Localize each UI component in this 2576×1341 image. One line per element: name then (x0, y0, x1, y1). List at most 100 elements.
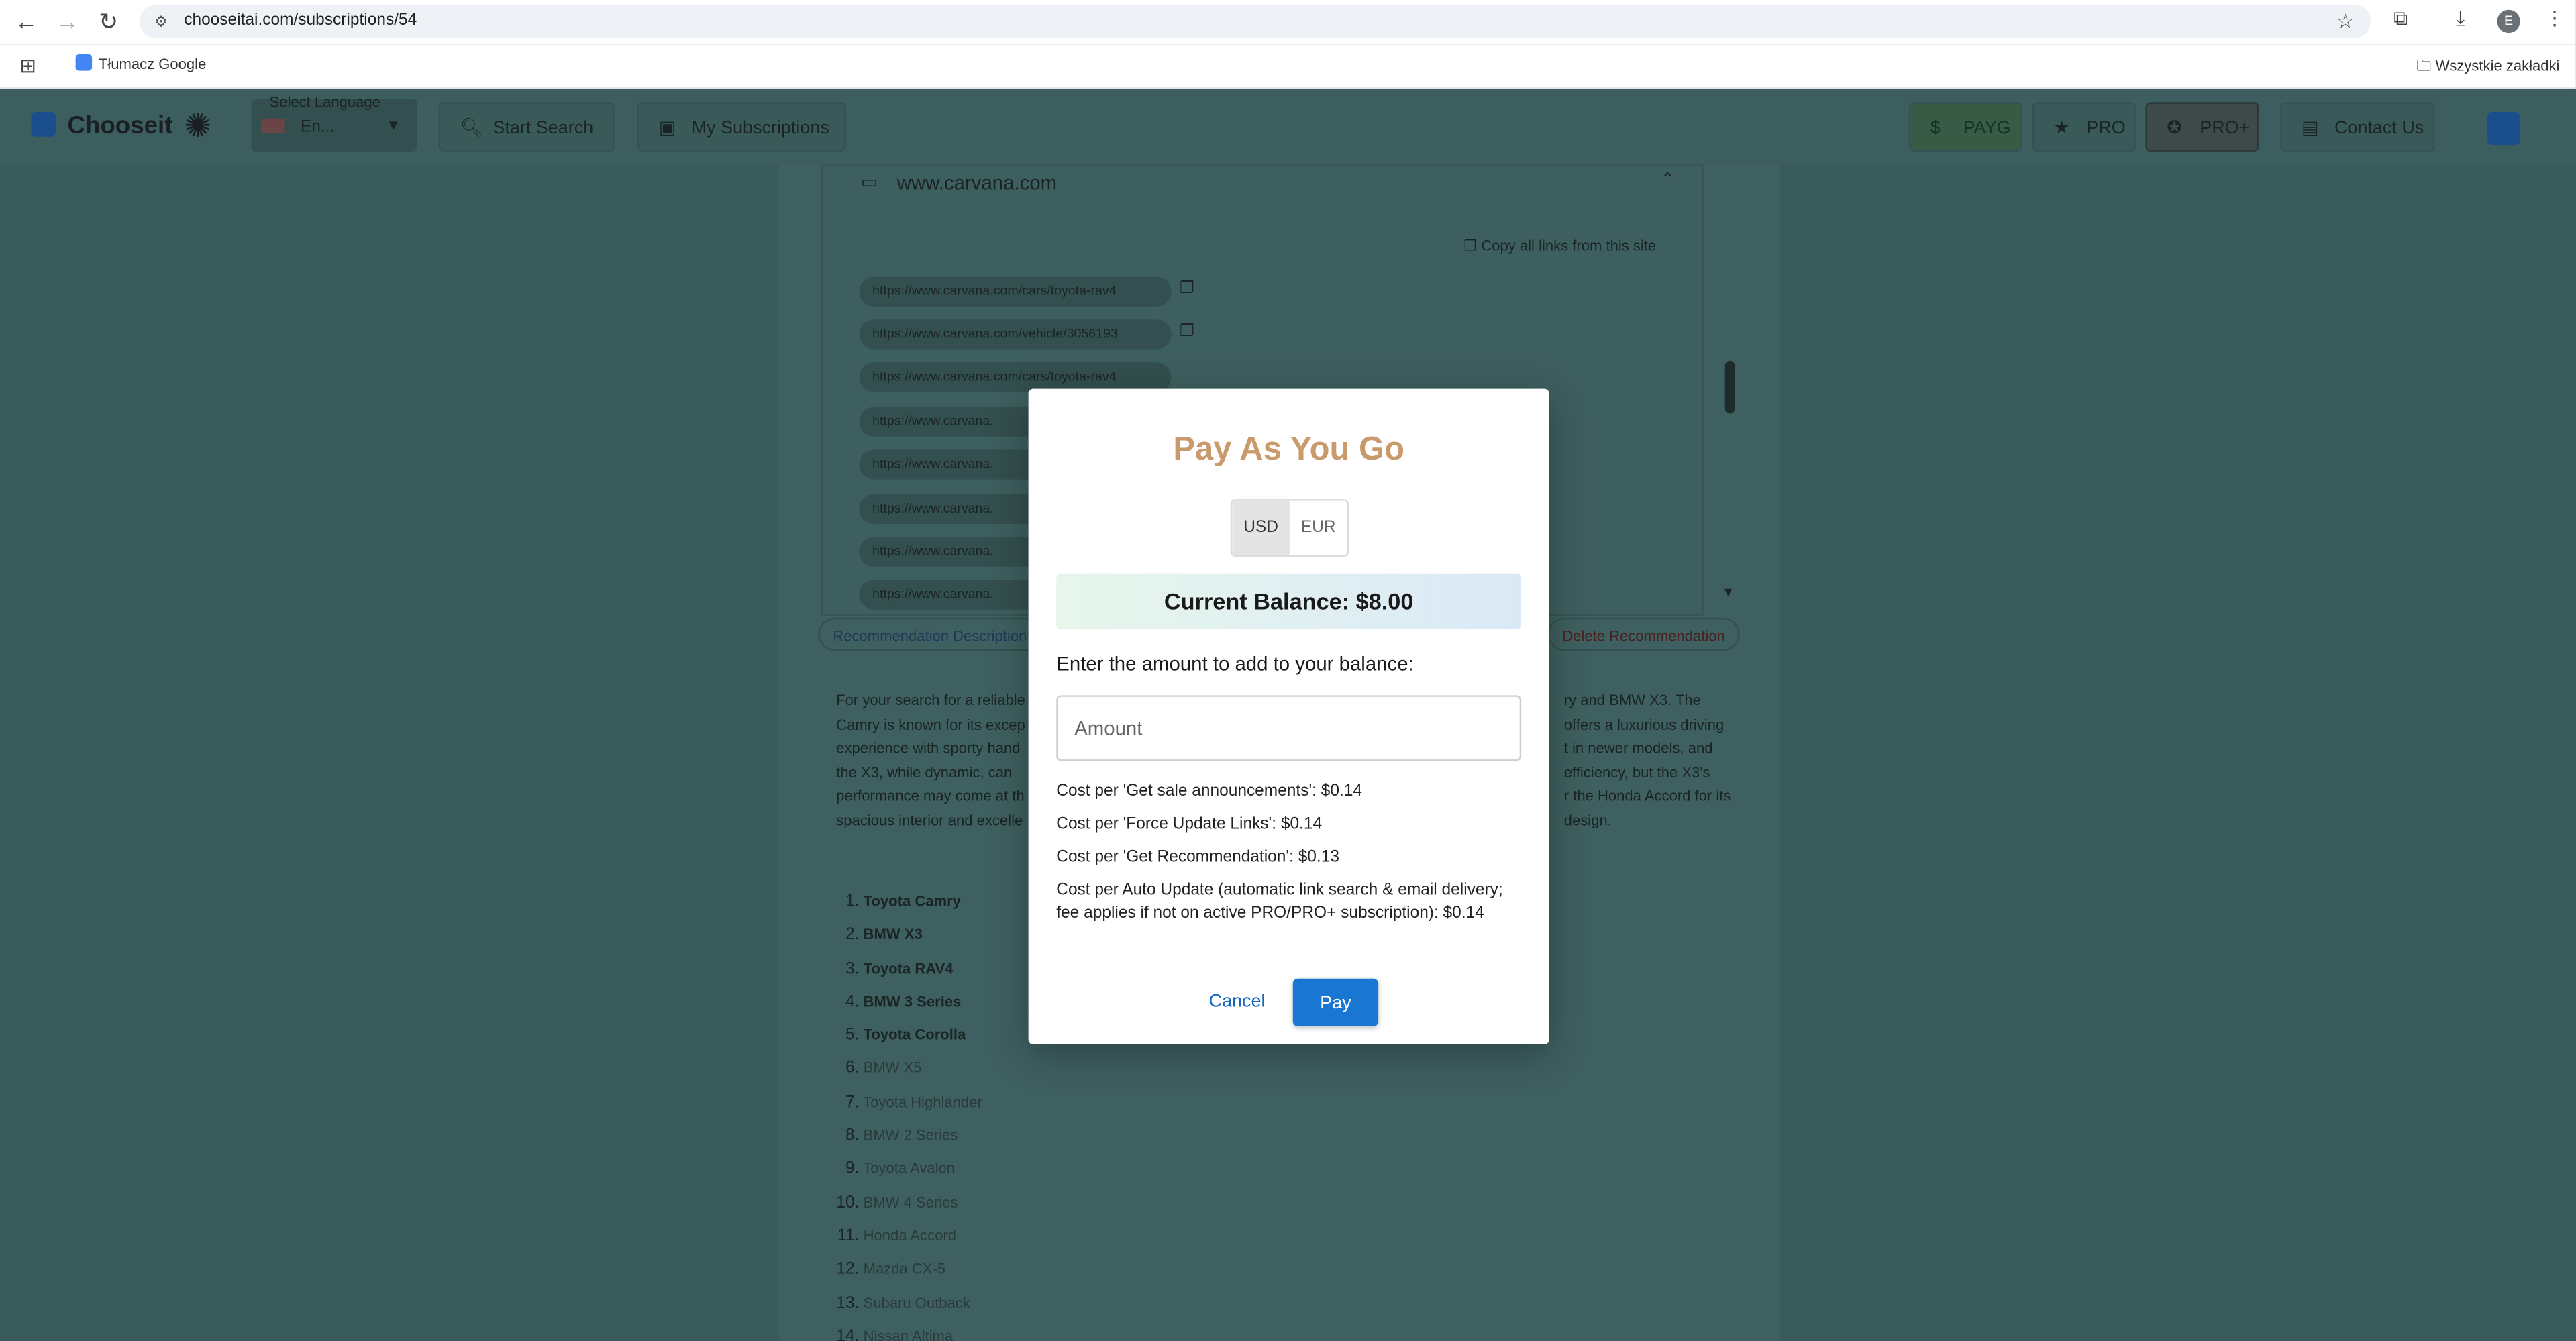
pay-as-you-go-dialog: Pay As You Go USD EUR Current Balance: $… (1028, 388, 1549, 1044)
list-item: 7. Toyota Highlander (833, 1090, 982, 1124)
copy-all-links-button[interactable]: ❐ Copy all links from this site (1463, 237, 1656, 256)
scroll-down-icon[interactable]: ▼ (1722, 585, 1735, 600)
list-item: 12. Mazda CX-5 (833, 1257, 982, 1291)
start-search-button[interactable]: 🔍︎ Start Search (438, 102, 615, 152)
list-item-label: BMW 2 Series (863, 1126, 958, 1144)
link-chip[interactable]: https://www.carvana.com/cars/toyota-rav4 (859, 276, 1172, 307)
right-background (1779, 164, 2576, 1341)
list-item: 10. BMW 4 Series (833, 1191, 982, 1224)
cancel-button[interactable]: Cancel (1199, 979, 1275, 1025)
forward-icon[interactable]: → (54, 8, 81, 34)
reload-icon[interactable]: ↻ (95, 8, 121, 34)
logo-text[interactable]: Chooseit (67, 112, 172, 140)
list-item: 8. BMW 2 Series (833, 1124, 982, 1157)
list-item-label: Nissan Altima (863, 1328, 954, 1341)
chevron-down-icon: ▼ (386, 117, 401, 133)
search-icon: 🔍︎ (460, 118, 483, 139)
menu-kebab-icon[interactable]: ⋮ (2544, 7, 2564, 30)
copy-icon[interactable]: ❐ (1180, 280, 1194, 298)
my-subscriptions-button[interactable]: ▣ My Subscriptions (637, 102, 846, 152)
currency-toggle: USD EUR (1230, 499, 1349, 557)
list-index: 8. (845, 1126, 860, 1145)
bookmarks-bar: ⊞ Tłumacz Google 🗀 Wszystkie zakładki (0, 44, 2576, 89)
list-index: 6. (845, 1060, 860, 1079)
list-item-label: Toyota Camry (863, 893, 961, 910)
list-index: 1. (845, 893, 860, 912)
list-item: 11. Honda Accord (833, 1224, 982, 1258)
copy-all-label: Copy all links from this site (1481, 237, 1657, 254)
list-item-label: Subaru Outback (863, 1294, 970, 1311)
badge-icon: ✪ (2167, 118, 2182, 139)
contact-us-button[interactable]: ▤ Contact Us (2280, 102, 2435, 152)
brand-icon[interactable] (2487, 111, 2520, 146)
list-item: 4. BMW 3 Series (833, 990, 982, 1024)
profile-avatar[interactable]: E (2497, 9, 2520, 34)
all-bookmarks-folder[interactable]: 🗀 Wszystkie zakładki (2416, 54, 2559, 81)
currency-usd-button[interactable]: USD (1232, 500, 1290, 555)
address-bar[interactable]: ⚙ chooseitai.com/subscriptions/54 ☆ (140, 5, 2371, 38)
site-title: www.carvana.com (896, 171, 1058, 195)
description-right: ry and BMW X3. The offers a luxurious dr… (1563, 692, 1731, 828)
star-icon: ★ (2053, 118, 2070, 139)
list-item-label: Mazda CX-5 (863, 1260, 946, 1277)
list-item: 2. BMW X3 (833, 923, 982, 957)
scrollbar-thumb[interactable] (1724, 360, 1735, 414)
site-info-icon[interactable]: ⚙ (154, 13, 168, 32)
cost-auto-update: Cost per Auto Update (automatic link sea… (1056, 881, 1503, 923)
dollar-icon: $ (1930, 118, 1941, 139)
start-search-label: Start Search (493, 118, 594, 139)
list-index: 11. (837, 1227, 860, 1246)
chevron-up-icon[interactable]: ⌃ (1661, 171, 1675, 189)
payg-button[interactable]: $ PAYG (1908, 102, 2022, 152)
description-left: For your search for a reliable Camry is … (836, 692, 1025, 828)
contact-card-icon: ▤ (2302, 118, 2319, 139)
list-item: 9. Toyota Avalon (833, 1157, 982, 1191)
list-item-label: Toyota Corolla (863, 1026, 966, 1043)
list-item-label: BMW 3 Series (863, 993, 962, 1010)
list-item-label: Toyota Avalon (863, 1160, 956, 1177)
list-item-label: BMW 4 Series (863, 1193, 958, 1211)
delete-recommendation-button[interactable]: Delete Recommendation (1547, 617, 1740, 651)
link-chip[interactable]: https://www.carvana.com/vehicle/3056193 (859, 319, 1172, 350)
bookmark-star-icon[interactable]: ☆ (2336, 10, 2354, 33)
url-text: chooseitai.com/subscriptions/54 (184, 11, 417, 30)
list-index: 10. (836, 1193, 860, 1212)
list-index: 12. (836, 1260, 860, 1279)
ai-chip-icon: ✺ (184, 109, 212, 146)
amount-input[interactable] (1056, 695, 1522, 761)
extensions-icon[interactable]: ⧉ (2393, 7, 2408, 32)
download-icon[interactable]: ⤓ (2456, 7, 2465, 32)
pro-label: PRO (2086, 118, 2126, 139)
list-item: 6. BMW X5 (833, 1057, 982, 1090)
tab-recommendation-description[interactable]: Recommendation Description (818, 617, 1042, 651)
list-index: 14. (836, 1328, 860, 1341)
back-icon[interactable]: ← (13, 8, 40, 34)
apps-grid-icon[interactable]: ⊞ (19, 54, 36, 77)
list-item-label: Toyota RAV4 (863, 959, 954, 977)
list-item-label: Honda Accord (863, 1227, 957, 1244)
list-item: 5. Toyota Corolla (833, 1024, 982, 1057)
logo-icon (31, 111, 56, 137)
link-chip[interactable]: https://www.carvana.com/cars/toyota-rav4 (859, 362, 1172, 392)
list-item-label: Toyota Highlander (863, 1093, 982, 1110)
pay-button[interactable]: Pay (1292, 978, 1379, 1026)
proplus-label: PRO+ (2200, 118, 2250, 139)
list-index: 5. (845, 1026, 860, 1045)
bookmark-google-translate[interactable]: Tłumacz Google (75, 54, 206, 72)
cost-sale-announcements: Cost per 'Get sale announcements': $0.14 (1056, 782, 1363, 801)
list-index: 3. (845, 959, 860, 978)
list-item: 13. Subaru Outback (833, 1291, 982, 1324)
link-chip[interactable]: https://www.carvana. (859, 580, 1040, 610)
recommendation-list: 1. Toyota Camry 2. BMW X3 3. Toyota RAV4… (833, 890, 982, 1341)
link-chip[interactable]: https://www.carvana. (859, 494, 1040, 524)
list-item-label: BMW X3 (863, 926, 923, 943)
contact-label: Contact Us (2334, 118, 2424, 139)
pro-button[interactable]: ★ PRO (2032, 102, 2136, 152)
link-chip[interactable]: https://www.carvana. (859, 407, 1040, 437)
copy-icon[interactable]: ❐ (1180, 323, 1194, 341)
link-chip[interactable]: https://www.carvana. (859, 449, 1040, 480)
list-item: 14. Nissan Altima (833, 1324, 982, 1341)
link-chip[interactable]: https://www.carvana. (859, 537, 1040, 567)
currency-eur-button[interactable]: EUR (1289, 500, 1347, 555)
proplus-button[interactable]: ✪ PRO+ (2145, 102, 2259, 152)
